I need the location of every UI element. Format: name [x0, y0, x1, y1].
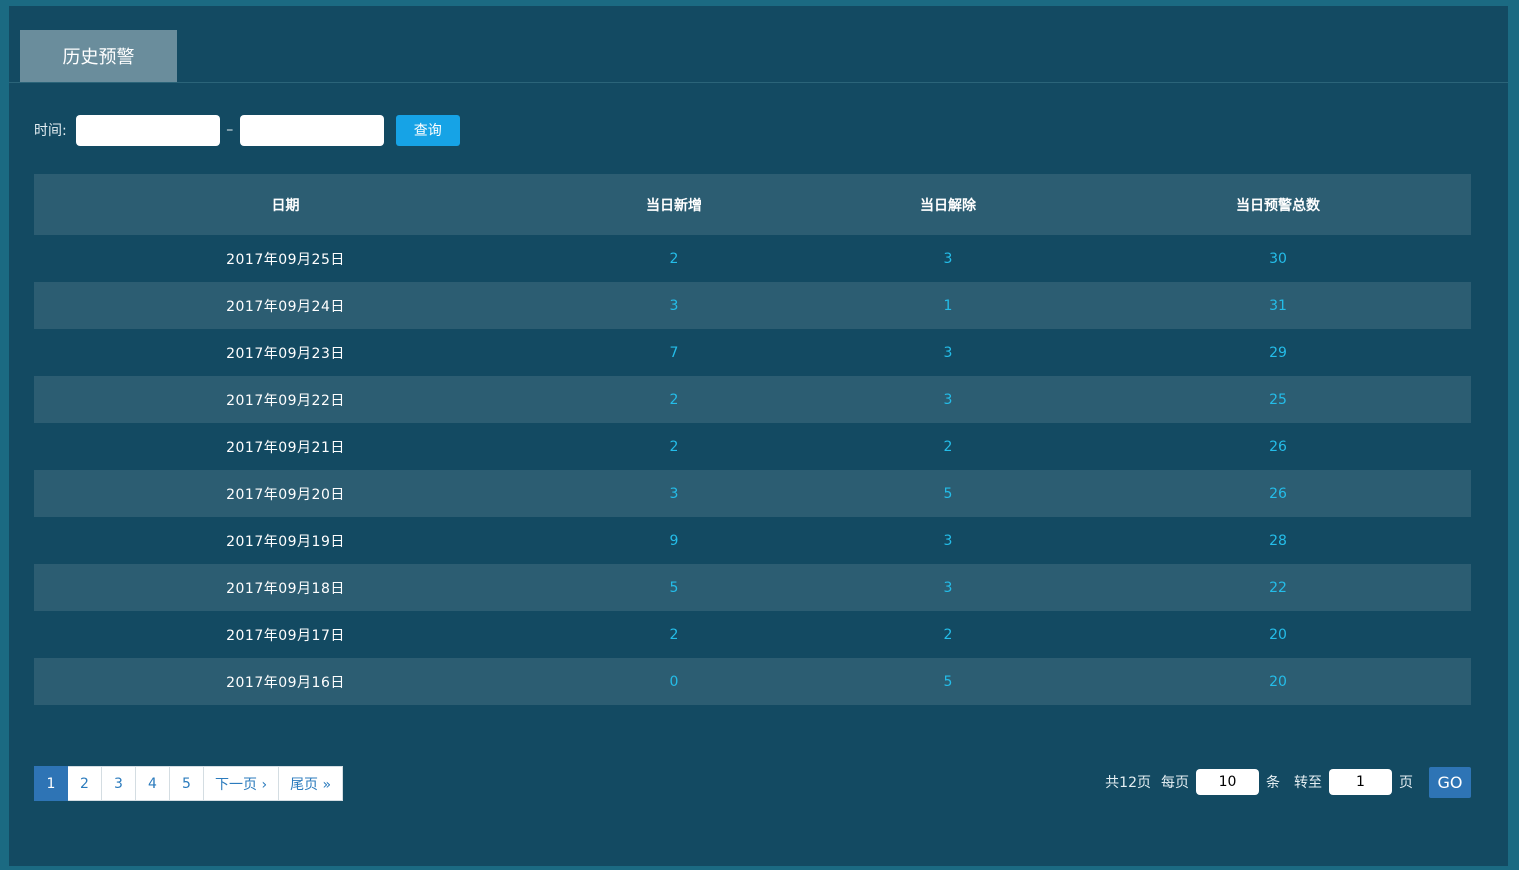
- table-row: 2017年09月16日 0 5 20: [34, 658, 1471, 705]
- table-row: 2017年09月25日 2 3 30: [34, 235, 1471, 282]
- end-date-input[interactable]: [239, 114, 384, 146]
- total-pages-text: 共12页: [1105, 775, 1151, 791]
- table-header-row: 日期 当日新增 当日解除 当日预警总数: [34, 174, 1471, 235]
- goto-label: 转至: [1294, 775, 1322, 791]
- date-cell: 2017年09月22日: [34, 376, 537, 423]
- table-row: 2017年09月18日 5 3 22: [34, 564, 1471, 611]
- date-separator: –: [226, 122, 234, 138]
- per-page-label: 每页: [1161, 775, 1189, 791]
- pagination: 1 2 3 4 5 下一页 › 尾页 »: [34, 766, 344, 801]
- table-row: 2017年09月21日 2 2 26: [34, 423, 1471, 470]
- go-button[interactable]: GO: [1429, 766, 1471, 798]
- date-cell: 2017年09月23日: [226, 345, 345, 362]
- query-button[interactable]: 查询: [395, 114, 460, 146]
- resolved-count-cell: 2: [943, 438, 953, 455]
- total-count-cell: 29: [1269, 344, 1287, 361]
- total-count-cell: 25: [1085, 376, 1471, 423]
- new-count-cell: 3: [537, 282, 811, 329]
- page-button-4[interactable]: 4: [136, 766, 170, 801]
- date-cell: 2017年09月25日: [226, 251, 345, 268]
- page-button-3[interactable]: 3: [102, 766, 136, 801]
- last-page-button[interactable]: 尾页 »: [279, 766, 344, 801]
- start-date-input[interactable]: [75, 114, 220, 146]
- goto-page-input[interactable]: [1329, 769, 1392, 795]
- next-page-button[interactable]: 下一页 ›: [204, 766, 280, 801]
- total-count-cell: 26: [1269, 438, 1287, 455]
- new-count-cell: 0: [537, 658, 811, 705]
- resolved-count-cell: 3: [943, 250, 953, 267]
- main-panel: 历史预警 时间: – 查询 日期 当日新增 当日解除 当日预警总数 2017年0…: [9, 6, 1508, 866]
- date-cell: 2017年09月21日: [226, 439, 345, 456]
- new-count-cell: 2: [669, 438, 679, 455]
- total-count-cell: 30: [1269, 250, 1287, 267]
- goto-unit: 页: [1399, 775, 1413, 791]
- resolved-count-cell: 1: [811, 282, 1085, 329]
- table-row: 2017年09月24日 3 1 31: [34, 282, 1471, 329]
- resolved-count-cell: 5: [811, 658, 1085, 705]
- new-count-cell: 3: [537, 470, 811, 517]
- column-header-new: 当日新增: [537, 174, 811, 235]
- new-count-cell: 5: [537, 564, 811, 611]
- total-count-cell: 20: [1269, 626, 1287, 643]
- total-count-cell: 26: [1085, 470, 1471, 517]
- resolved-count-cell: 3: [943, 532, 953, 549]
- pagination-info: 共12页 每页 条 转至 页 GO: [1105, 766, 1471, 798]
- per-page-input[interactable]: [1196, 769, 1259, 795]
- date-cell: 2017年09月19日: [226, 533, 345, 550]
- total-count-cell: 20: [1085, 658, 1471, 705]
- tab-history-alerts[interactable]: 历史预警: [20, 30, 177, 82]
- new-count-cell: 2: [669, 250, 679, 267]
- resolved-count-cell: 3: [811, 564, 1085, 611]
- table-row: 2017年09月23日 7 3 29: [34, 329, 1471, 376]
- time-label: 时间:: [34, 123, 67, 139]
- new-count-cell: 2: [537, 376, 811, 423]
- page-button-1[interactable]: 1: [34, 766, 68, 801]
- new-count-cell: 9: [669, 532, 679, 549]
- tab-bar: 历史预警: [9, 6, 1508, 83]
- date-cell: 2017年09月17日: [226, 627, 345, 644]
- page-button-2[interactable]: 2: [68, 766, 102, 801]
- resolved-count-cell: 5: [811, 470, 1085, 517]
- new-count-cell: 7: [669, 344, 679, 361]
- column-header-date: 日期: [34, 174, 537, 235]
- new-count-cell: 2: [669, 626, 679, 643]
- page-button-5[interactable]: 5: [170, 766, 204, 801]
- date-cell: 2017年09月16日: [34, 658, 537, 705]
- table-row: 2017年09月20日 3 5 26: [34, 470, 1471, 517]
- per-page-unit: 条: [1266, 775, 1280, 791]
- table-row: 2017年09月17日 2 2 20: [34, 611, 1471, 658]
- date-cell: 2017年09月24日: [34, 282, 537, 329]
- history-alert-table: 日期 当日新增 当日解除 当日预警总数 2017年09月25日 2 3 30 2…: [34, 174, 1471, 705]
- table-row: 2017年09月19日 9 3 28: [34, 517, 1471, 564]
- date-cell: 2017年09月20日: [34, 470, 537, 517]
- column-header-total: 当日预警总数: [1085, 174, 1471, 235]
- total-count-cell: 28: [1269, 532, 1287, 549]
- total-count-cell: 31: [1085, 282, 1471, 329]
- date-cell: 2017年09月18日: [34, 564, 537, 611]
- resolved-count-cell: 3: [811, 376, 1085, 423]
- table-row: 2017年09月22日 2 3 25: [34, 376, 1471, 423]
- resolved-count-cell: 3: [943, 344, 953, 361]
- column-header-resolved: 当日解除: [811, 174, 1085, 235]
- total-count-cell: 22: [1085, 564, 1471, 611]
- time-filter: 时间: – 查询: [34, 114, 460, 146]
- resolved-count-cell: 2: [943, 626, 953, 643]
